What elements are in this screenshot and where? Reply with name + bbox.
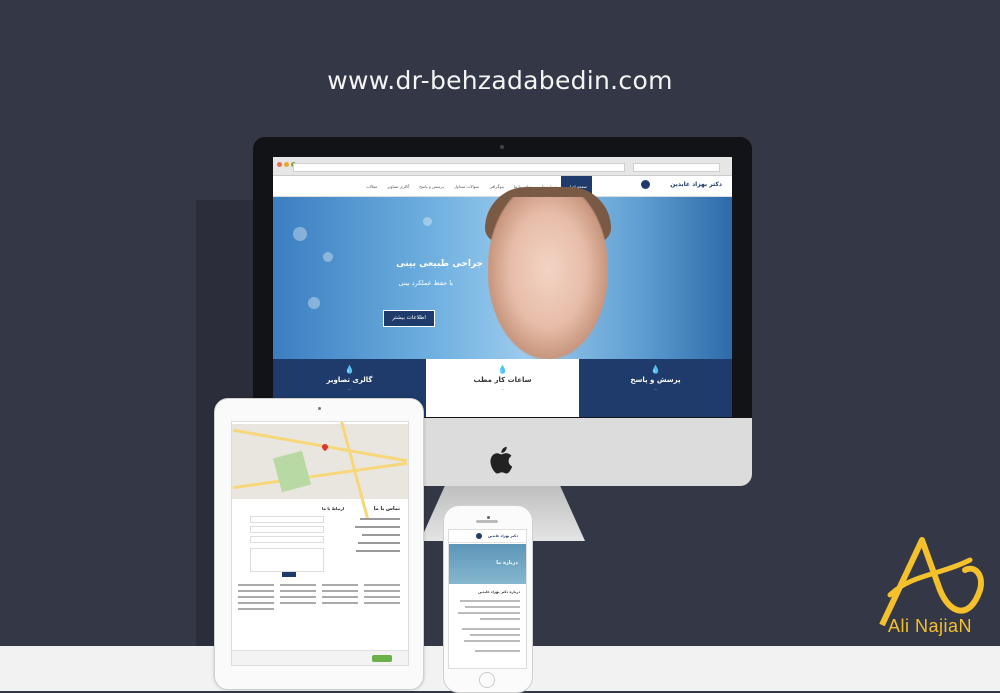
- mobile-text-line: [475, 650, 520, 652]
- mobile-text-line: [480, 618, 520, 620]
- mobile-website-screen: دکتر بهزاد عابدین درباره ما درباره دکتر …: [448, 529, 527, 669]
- footer-column: [280, 580, 316, 604]
- nav-item[interactable]: پرسش و پاسخ: [414, 176, 449, 196]
- molecule-decoration: [423, 217, 432, 226]
- mobile-hero: درباره ما: [449, 544, 526, 584]
- mobile-navbar: دکتر بهزاد عابدین: [449, 530, 526, 543]
- address-bar[interactable]: [293, 163, 625, 172]
- footer-row: [238, 596, 274, 598]
- footer-column: [238, 580, 274, 610]
- contact-info-line: [358, 542, 400, 544]
- contact-info-line: [360, 518, 400, 520]
- feature-text: ...: [653, 387, 658, 391]
- drop-icon: 💧: [650, 365, 661, 374]
- map-road: [233, 428, 407, 463]
- mobile-logo-icon[interactable]: [476, 533, 482, 539]
- mobile-text-line: [460, 600, 520, 602]
- footer-row: [322, 602, 358, 604]
- copyright-bar: [232, 650, 408, 665]
- map-park: [272, 450, 312, 493]
- footer-row: [280, 584, 316, 586]
- footer-row: [280, 602, 316, 604]
- footer-row: [280, 590, 316, 592]
- iphone-speaker: [476, 520, 498, 523]
- ipad-camera: [318, 407, 321, 410]
- footer-row: [238, 602, 274, 604]
- iphone-camera: [487, 516, 490, 519]
- feature-card-hours[interactable]: 💧 ساعات کار مطب ...: [426, 359, 579, 417]
- message-field[interactable]: [250, 548, 324, 572]
- footer-row: [238, 584, 274, 586]
- feature-card-qa[interactable]: 💧 پرسش و پاسخ ...: [579, 359, 732, 417]
- footer-column: [322, 580, 358, 604]
- drop-icon: 💧: [497, 365, 508, 374]
- camera-dot: [500, 145, 504, 149]
- contact-info-line: [356, 550, 400, 552]
- close-dot-icon[interactable]: [277, 162, 282, 167]
- hero-banner: جراحی طبیعی بینی با حفظ عملکرد بینی اطلا…: [273, 187, 732, 359]
- nav-item[interactable]: سوالات متداول: [449, 176, 484, 196]
- apple-logo-icon: [490, 446, 513, 474]
- browser-toolbar: [273, 157, 732, 176]
- mobile-logo-text[interactable]: دکتر بهزاد عابدین: [488, 534, 518, 538]
- footer-row: [280, 596, 316, 598]
- site-logo-text[interactable]: دکتر بهزاد عابدین: [670, 181, 722, 188]
- tablet-website-screen: تماس با ما ارتباط با ما: [231, 421, 409, 666]
- map-pin-icon[interactable]: [320, 442, 330, 452]
- send-button[interactable]: [282, 572, 296, 577]
- drop-icon: 💧: [344, 365, 355, 374]
- footer-row: [238, 608, 274, 610]
- site-logo-icon[interactable]: [641, 180, 650, 189]
- footer-row: [364, 584, 400, 586]
- footer-row: [322, 584, 358, 586]
- nav-item[interactable]: گالری تصاویر: [382, 176, 414, 196]
- minimize-dot-icon[interactable]: [284, 162, 289, 167]
- footer-row: [364, 596, 400, 598]
- form-heading: ارتباط با ما: [322, 506, 345, 511]
- feature-text: ...: [347, 387, 352, 391]
- footer-row: [364, 602, 400, 604]
- nav-item[interactable]: مقالات: [361, 176, 382, 196]
- more-info-button[interactable]: اطلاعات بیشتر: [383, 310, 435, 327]
- contact-info-line: [355, 526, 400, 528]
- name-field[interactable]: [250, 516, 324, 523]
- feature-title: پرسش و پاسخ: [630, 376, 681, 384]
- watermark-text: Ali NajiaN: [887, 616, 973, 636]
- mobile-hero-title: درباره ما: [496, 560, 518, 566]
- map-road: [232, 461, 408, 490]
- molecule-decoration: [293, 227, 307, 241]
- molecule-decoration: [308, 297, 320, 309]
- contact-heading: تماس با ما: [373, 506, 400, 512]
- footer-row: [322, 596, 358, 598]
- feature-title: ساعات کار مطب: [473, 376, 532, 384]
- feature-text: ...: [500, 387, 505, 391]
- website-url-headline: www.dr-behzadabedin.com: [327, 66, 673, 95]
- footer-row: [238, 590, 274, 592]
- browser-search-field[interactable]: [633, 163, 720, 172]
- contact-info-line: [362, 534, 400, 536]
- mobile-text-line: [470, 634, 520, 636]
- molecule-decoration: [323, 252, 333, 262]
- location-map[interactable]: [232, 422, 408, 519]
- mobile-text-line: [462, 628, 520, 630]
- model-face-image: [488, 197, 608, 359]
- iphone-home-button[interactable]: [479, 672, 495, 688]
- email-field[interactable]: [250, 526, 324, 533]
- footer-column: [364, 580, 400, 604]
- mobile-text-line: [464, 640, 520, 642]
- designer-logo-icon[interactable]: [372, 655, 392, 662]
- desktop-website-screen: دکتر بهزاد عابدین صفحه اصلی درباره ما تم…: [273, 157, 732, 417]
- mobile-text-line: [458, 612, 520, 614]
- hero-subtitle: با حفظ عملکرد بینی: [398, 279, 453, 287]
- footer-row: [364, 590, 400, 592]
- mobile-section-heading: درباره دکتر بهزاد عابدین: [478, 590, 520, 594]
- mobile-text-line: [465, 606, 520, 608]
- subject-field[interactable]: [250, 536, 324, 543]
- feature-title: گالری تصاویر: [326, 376, 373, 384]
- hero-title: جراحی طبیعی بینی: [396, 259, 483, 269]
- footer-row: [322, 590, 358, 592]
